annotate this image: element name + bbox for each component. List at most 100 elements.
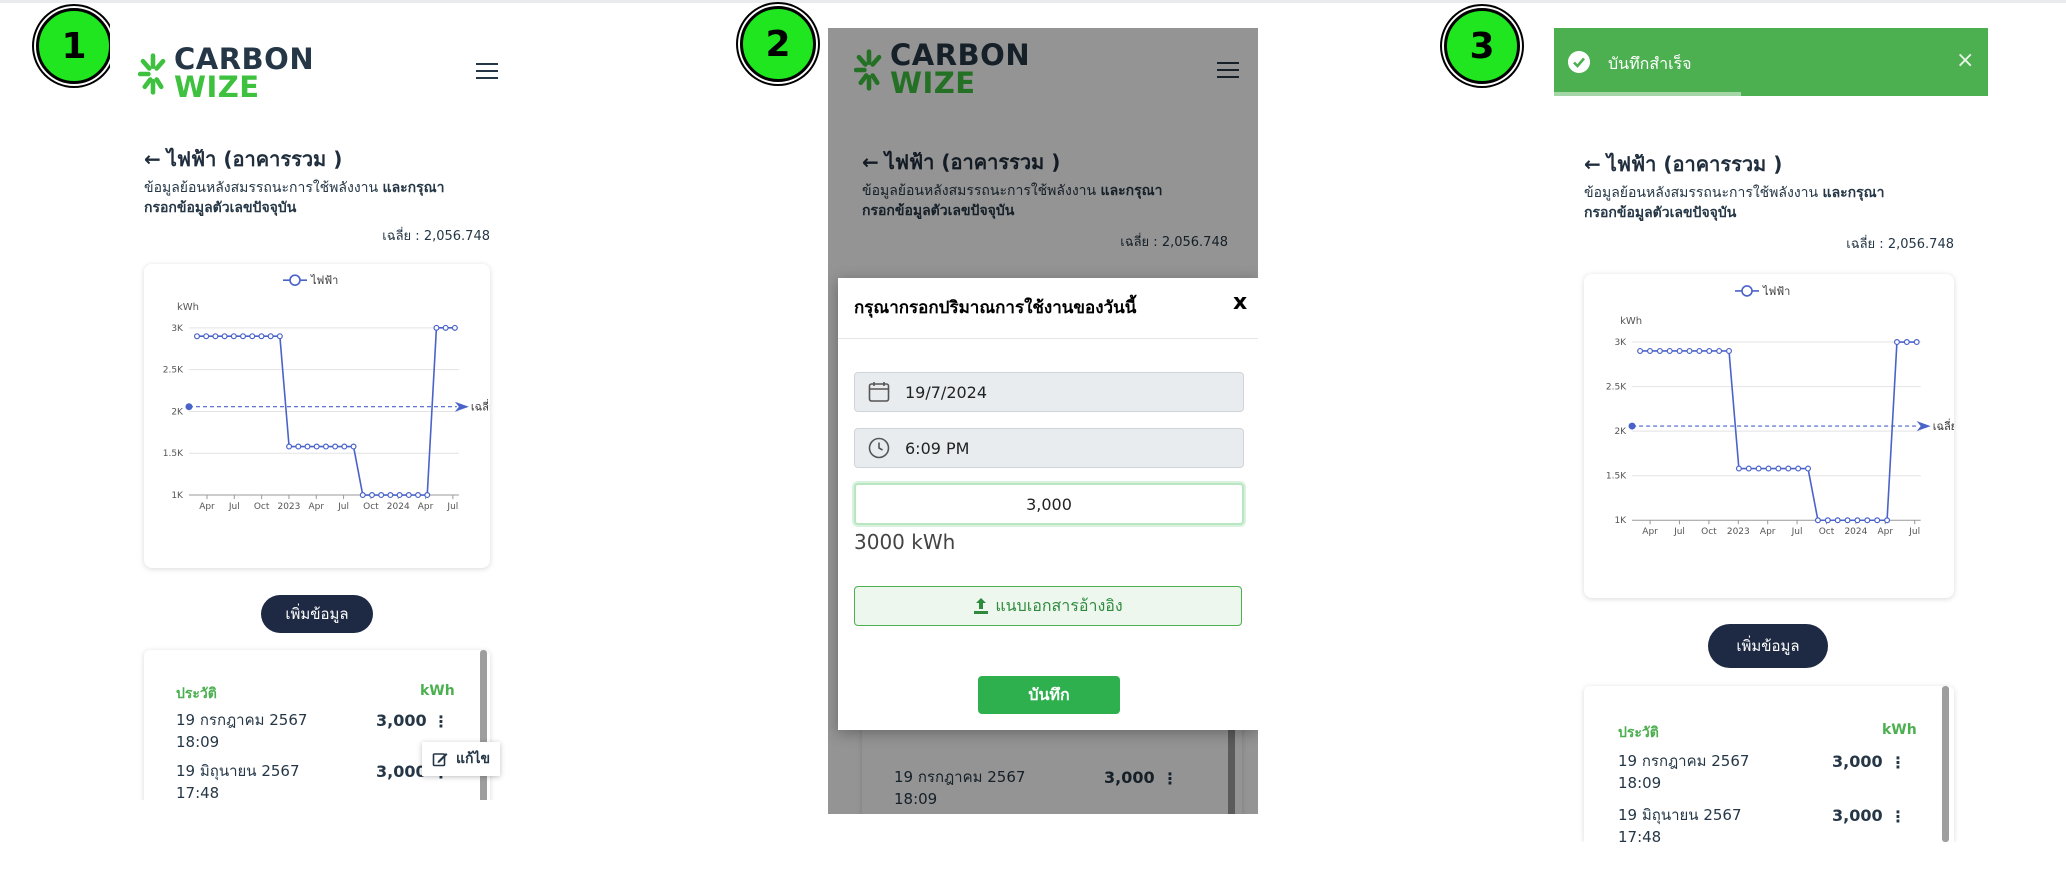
date-value: 19/7/2024 [905, 382, 988, 402]
chart-legend: ไฟฟ้า [283, 274, 338, 287]
x-tick-label: Oct [363, 502, 379, 512]
average-start-dot [185, 403, 193, 411]
y-tick-label: 1K [171, 491, 184, 501]
row-menu-icon[interactable]: ⋮ [1890, 753, 1906, 772]
x-tick-label: Apr [308, 502, 324, 512]
average-start-dot [1628, 422, 1636, 430]
logo-burst-icon [137, 52, 166, 95]
edit-menu[interactable]: แก้ไข [422, 742, 501, 776]
data-point [1735, 465, 1742, 472]
panel-2: 2 CARBON WIZE ← ไฟฟ้า (อาคารรวม ) ข้อมูลย้… [700, 0, 1400, 876]
time-field[interactable]: 6:09 PM [854, 428, 1244, 468]
amount-input[interactable]: 3,000 [854, 483, 1244, 525]
panel-1: 1 CARBON WIZE ← ไฟฟ้า (อาคารรวม ) ข้อมูลย้… [0, 0, 700, 876]
average-arrow [1916, 421, 1931, 432]
data-point [1795, 465, 1802, 472]
add-data-button[interactable]: เพิ่มข้อมูล [1708, 624, 1828, 668]
x-tick-label: Apr [1878, 527, 1894, 537]
data-point [1785, 465, 1792, 472]
upload-icon [974, 598, 989, 614]
time-value: 6:09 PM [905, 438, 970, 458]
data-point [405, 492, 412, 499]
upload-document-button[interactable]: แนบเอกสารอ้างอิง [854, 586, 1242, 626]
back-arrow-icon[interactable]: ← [144, 147, 161, 171]
data-point [424, 492, 431, 499]
history-row-value: 3,000 [376, 762, 427, 781]
data-point [1834, 517, 1841, 524]
step-badge-1: 1 [36, 8, 112, 84]
data-point [415, 492, 422, 499]
usage-modal: กรุณากรอกปริมาณการใช้งานของวันนี้ x 19/7… [838, 278, 1258, 730]
page-subtitle: ข้อมูลย้อนหลังสมรรถนะการใช้พลังงาน และกร… [1584, 185, 1885, 221]
history-header-unit: kWh [1882, 722, 1917, 738]
x-tick-label: Jul [1673, 527, 1685, 537]
data-point [203, 333, 210, 340]
data-point [1646, 347, 1653, 354]
date-field[interactable]: 19/7/2024 [854, 372, 1244, 412]
line-chart: ไฟฟ้า kWh 1K 1.5K 2K 2.5K 3K Apr Jul Oct 2023 Apr Ju… [163, 274, 490, 512]
data-point [1716, 347, 1723, 354]
y-tick-label: 3K [1614, 338, 1627, 348]
chart-card: ไฟฟ้า kWh 1K 1.5K 2K 2.5K 3K Apr Jul Oct 2023 Apr Ju… [1584, 274, 1954, 598]
calendar-icon [868, 382, 890, 402]
phone-screen-2: CARBON WIZE ← ไฟฟ้า (อาคารรวม ) ข้อมูลย้อน… [828, 28, 1258, 814]
data-point [1696, 347, 1703, 354]
x-tick-label: 2023 [277, 502, 300, 512]
success-toast: บันทึกสำเร็จ × [1554, 28, 1988, 96]
modal-divider [838, 338, 1258, 339]
row-menu-icon[interactable]: ⋮ [433, 712, 449, 731]
data-point [359, 492, 366, 499]
data-point [1775, 465, 1782, 472]
history-row-date: 19 มิถุนายน 2567 17:48 [176, 762, 300, 800]
history-row-date: 19 กรกฎาคม 2567 18:09 [1618, 752, 1750, 792]
x-tick-label: Jul [446, 502, 458, 512]
data-point [1854, 517, 1861, 524]
data-point [276, 333, 283, 340]
data-point [212, 333, 219, 340]
edit-label[interactable]: แก้ไข [456, 748, 490, 770]
data-point [396, 492, 403, 499]
back-arrow-icon[interactable]: ← [1584, 152, 1601, 176]
data-point [1726, 347, 1733, 354]
history-card: ประวัติ kWh 19 กรกฎาคม 2567 18:09 3,000 ⋮… [1584, 686, 1954, 842]
history-header-unit: kWh [420, 683, 455, 699]
data-point [286, 443, 293, 450]
row-menu-icon[interactable]: ⋮ [1890, 807, 1906, 826]
data-point [368, 492, 375, 499]
legend-label: ไฟฟ้า [1762, 285, 1790, 298]
data-point [1884, 517, 1891, 524]
step-badge-3: 3 [1444, 8, 1520, 84]
add-data-button[interactable]: เพิ่มข้อมูล [261, 595, 373, 633]
y-tick-label: 1K [1614, 516, 1627, 526]
phone-screen-3: บันทึกสำเร็จ × ← ไฟฟ้า (อาคารรวม ) ข้อมูล… [1554, 28, 2004, 842]
close-icon[interactable]: x [1233, 290, 1247, 315]
data-point [1666, 347, 1673, 354]
history-row-date: 19 มิถุนายน 2567 17:48 [1618, 806, 1742, 842]
edit-icon [432, 753, 448, 767]
x-tick-label: Apr [1760, 527, 1776, 537]
scrollbar[interactable] [480, 650, 487, 800]
history-header-label: ประวัติ [1618, 725, 1659, 741]
data-point [1844, 517, 1851, 524]
scrollbar[interactable] [1942, 686, 1949, 842]
data-point [433, 324, 440, 331]
data-point [295, 443, 302, 450]
toast-close-icon[interactable]: × [1956, 48, 1974, 73]
y-tick-label: 2.5K [1606, 383, 1627, 393]
data-point [451, 324, 458, 331]
data-point [1874, 517, 1881, 524]
page-title: ← ไฟฟ้า (อาคารรวม ) [1584, 152, 1783, 176]
toast-message: บันทึกสำเร็จ [1608, 54, 1692, 73]
history-card: ประวัติ kWh 19 กรกฎาคม 2567 18:09 3,000 ⋮… [144, 650, 490, 800]
legend-label: ไฟฟ้า [310, 274, 338, 287]
menu-icon[interactable] [476, 63, 498, 79]
data-point [322, 443, 329, 450]
x-tick-label: Jul [1791, 527, 1803, 537]
logo-text-wize: WIZE [174, 69, 260, 104]
modal-title: กรุณากรอกปริมาณการใช้งานของวันนี้ [854, 298, 1137, 318]
history-row-value: 3,000 [376, 711, 427, 730]
average-label: เฉลี่ย : 2,056.748 [1846, 237, 1954, 252]
save-button[interactable]: บันทึก [978, 676, 1120, 714]
data-point [240, 333, 247, 340]
data-point [1686, 347, 1693, 354]
